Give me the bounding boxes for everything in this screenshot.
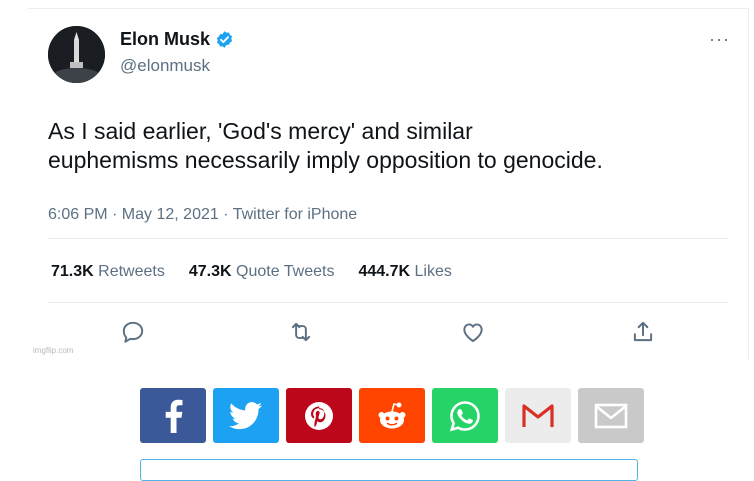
verified-badge-icon xyxy=(216,31,233,48)
retweets-stat[interactable]: 71.3K Retweets xyxy=(51,263,165,281)
whatsapp-share-button[interactable] xyxy=(432,388,498,443)
facebook-icon xyxy=(165,399,183,433)
retweet-icon[interactable] xyxy=(288,319,314,345)
author-name[interactable]: Elon Musk xyxy=(120,29,210,50)
imgflip-watermark: imgflip.com xyxy=(33,346,74,355)
embed-link-input[interactable] xyxy=(140,459,638,481)
retweets-label: Retweets xyxy=(98,263,165,280)
tweet-text-line: euphemisms necessarily imply opposition … xyxy=(48,147,603,173)
share-bar xyxy=(140,388,644,443)
reddit-share-button[interactable] xyxy=(359,388,425,443)
tweet-text-line: As I said earlier, 'God's mercy' and sim… xyxy=(48,118,473,144)
pinterest-icon xyxy=(305,401,333,430)
likes-label: Likes xyxy=(414,263,452,280)
divider xyxy=(48,238,728,239)
author-name-row[interactable]: Elon Musk xyxy=(120,29,234,50)
retweets-count: 71.3K xyxy=(51,263,94,280)
tweet-stats: 71.3K Retweets 47.3K Quote Tweets 444.7K… xyxy=(51,263,452,281)
tweet-card: Elon Musk @elonmusk ··· As I said earlie… xyxy=(28,8,749,361)
likes-stat[interactable]: 444.7K Likes xyxy=(358,263,451,281)
facebook-share-button[interactable] xyxy=(140,388,206,443)
more-options-icon[interactable]: ··· xyxy=(709,29,730,50)
email-share-button[interactable] xyxy=(578,388,644,443)
twitter-share-button[interactable] xyxy=(213,388,279,443)
reddit-icon xyxy=(378,402,406,428)
gmail-icon xyxy=(522,403,554,427)
quote-tweets-count: 47.3K xyxy=(188,263,232,280)
tweet-text: As I said earlier, 'God's mercy' and sim… xyxy=(48,117,738,175)
reply-icon[interactable] xyxy=(120,319,146,345)
quote-tweets-label: Quote Tweets xyxy=(236,263,335,280)
likes-count: 444.7K xyxy=(358,263,411,280)
gmail-share-button[interactable] xyxy=(505,388,571,443)
avatar[interactable] xyxy=(48,26,105,83)
whatsapp-icon xyxy=(449,400,480,431)
author-handle[interactable]: @elonmusk xyxy=(120,56,210,76)
tweet-timestamp[interactable]: 6:06 PM · May 12, 2021 · Twitter for iPh… xyxy=(48,206,357,224)
pinterest-share-button[interactable] xyxy=(286,388,352,443)
email-icon xyxy=(594,403,628,428)
twitter-icon xyxy=(229,401,263,429)
like-icon[interactable] xyxy=(460,319,486,345)
divider xyxy=(48,302,728,303)
share-icon[interactable] xyxy=(630,319,656,345)
tweet-actions xyxy=(28,319,748,349)
quote-tweets-stat[interactable]: 47.3K Quote Tweets xyxy=(189,263,335,281)
